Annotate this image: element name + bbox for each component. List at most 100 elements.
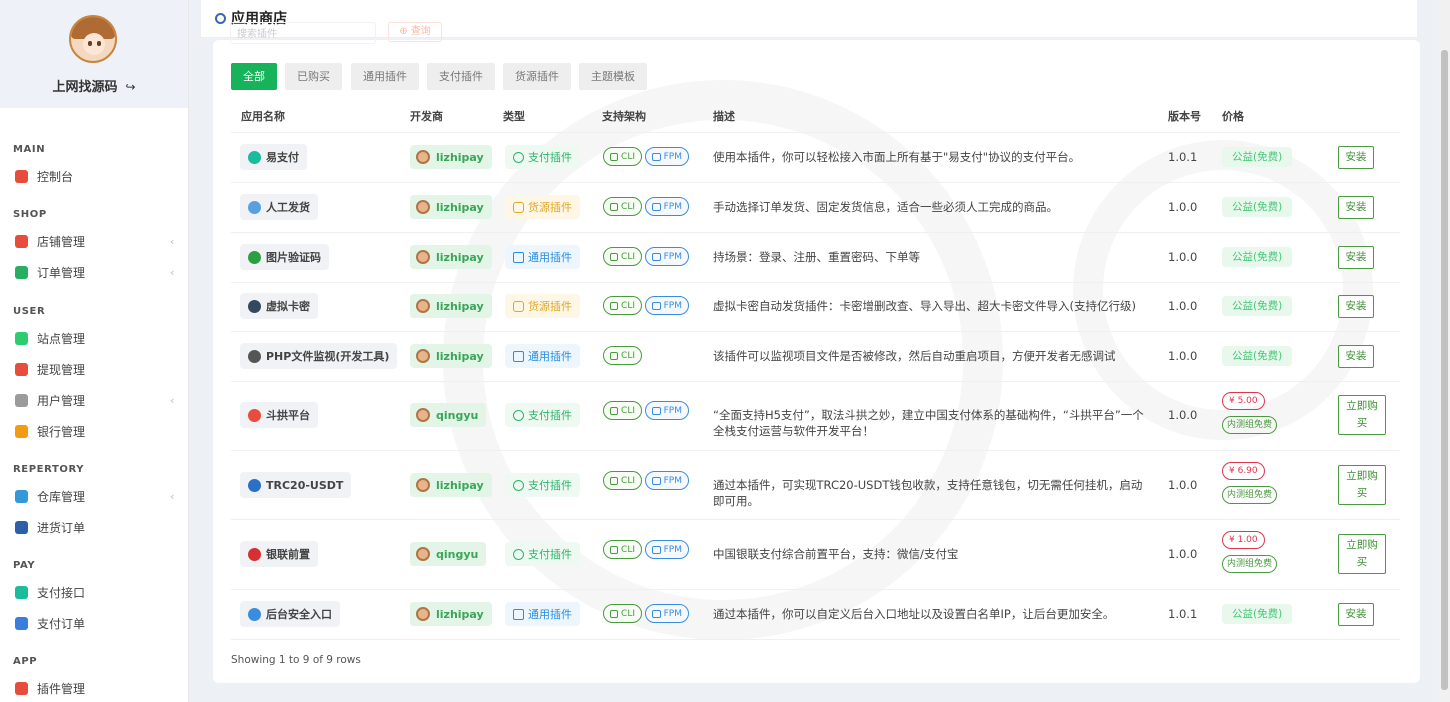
sidebar-item-4-0[interactable]: 支付接口 [15,582,85,602]
install-button[interactable]: 安装 [1338,345,1374,368]
developer-label: lizhipay [436,200,484,214]
price-badge: 公益(免费) [1222,296,1293,316]
column-header-1: 开发商 [410,110,443,123]
sidebar-item-5-0[interactable]: 插件管理 [15,678,85,698]
menu-group-user: USER [13,306,46,317]
sidebar-item-label: 控制台 [37,169,74,184]
column-header-5: 版本号 [1168,110,1201,123]
install-button-label: 安装 [1345,251,1367,263]
app-name[interactable]: 图片验证码 [240,244,329,270]
tab-0[interactable]: 全部 [231,63,277,90]
free-note-badge: 内测组免费 [1222,555,1278,573]
arch-badge-cli: CLI [603,540,642,559]
type-label: 通用插件 [528,350,572,363]
row-divider [231,639,1400,640]
scrollbar[interactable] [1439,0,1450,702]
arch-label: FPM [663,544,682,555]
type-badge: 通用插件 [505,602,580,626]
type-label: 支付插件 [528,479,572,492]
cli-icon [610,301,619,310]
tab-5[interactable]: 主题模板 [579,63,647,90]
app-name[interactable]: 人工发货 [240,194,318,220]
developer-badge: lizhipay [410,195,492,219]
search-button-label: 查询 [410,26,431,37]
developer-badge: lizhipay [410,294,492,318]
sidebar-item-2-3[interactable]: 银行管理 [15,421,85,441]
tab-4[interactable]: 货源插件 [503,63,571,90]
sidebar-item-1-1[interactable]: 订单管理 ‹ [15,262,174,282]
buy-button[interactable]: 立即购买 [1338,465,1386,505]
app-store-icon [215,12,226,24]
sidebar-item-2-1[interactable]: 提现管理 [15,359,85,379]
row-divider [231,132,1400,133]
description: 手动选择订单发货、固定发货信息，适合一些必须人工完成的商品。 [713,200,1058,214]
withdraw-icon [15,362,28,376]
description: 通过本插件，可实现TRC20-USDT钱包收款，支持任意钱包，切无需任何挂机，启… [713,478,1143,508]
avatar[interactable] [69,15,117,63]
search-button[interactable]: ⊕ 查询 [388,22,442,42]
app-name[interactable]: TRC20-USDT [240,472,352,498]
buy-button[interactable]: 立即购买 [1338,534,1386,574]
developer-avatar [416,478,430,492]
app-name[interactable]: 后台安全入口 [240,601,340,627]
sidebar-item-label: 站点管理 [37,331,86,346]
description: “全面支持H5支付”，取法斗拱之妙，建立中国支付体系的基础构件，“斗拱平台”一个… [713,408,1144,438]
buy-button[interactable]: 立即购买 [1338,395,1386,435]
app-icon [248,607,261,621]
sidebar-item-0-0[interactable]: 控制台 [15,166,73,186]
type-badge: 支付插件 [505,542,580,566]
arch-badge-cli: CLI [603,147,642,166]
install-button[interactable]: 安装 [1338,146,1374,169]
app-name-label: 银联前置 [266,548,310,561]
developer-badge: qingyu [410,403,487,427]
install-button[interactable]: 安装 [1338,246,1374,269]
app-icon [248,200,261,214]
pagination-info: Showing 1 to 9 of 9 rows [231,654,361,666]
sidebar-item-2-0[interactable]: 站点管理 [15,328,85,348]
description: 虚拟卡密自动发货插件：卡密增删改查、导入导出、超大卡密文件导入(支持亿行级) [713,299,1136,313]
developer-avatar [416,607,430,621]
type-label: 货源插件 [528,300,572,313]
app-name[interactable]: 银联前置 [240,541,318,567]
username[interactable]: 上网找源码 ↪ [0,76,188,95]
arch-badge-cli: CLI [603,471,642,490]
description: 该插件可以监视项目文件是否被修改，然后自动重启项目，方便开发者无感调试 [713,349,1116,363]
price-badge: ¥ 5.00 [1222,392,1265,410]
type-badge: 货源插件 [505,195,580,219]
app-name[interactable]: PHP文件监视(开发工具) [240,343,398,369]
sidebar-item-3-0[interactable]: 仓库管理 ‹ [15,486,174,506]
tab-2[interactable]: 通用插件 [351,63,419,90]
arch-badge-fpm: FPM [645,540,689,559]
version: 1.0.0 [1168,478,1198,492]
install-button[interactable]: 安装 [1338,196,1374,219]
sidebar-item-2-2[interactable]: 用户管理 ‹ [15,390,174,410]
sidebar-item-label: 进货订单 [37,520,86,535]
logout-icon[interactable]: ↪ [125,80,135,94]
chevron-left-icon: ‹ [170,265,175,279]
arch-label: CLI [621,201,635,212]
install-button[interactable]: 安装 [1338,603,1374,626]
scrollbar-thumb[interactable] [1441,50,1448,690]
type-label: 支付插件 [528,151,572,164]
install-button[interactable]: 安装 [1338,295,1374,318]
row-divider [231,519,1400,520]
site-icon [15,331,28,345]
buy-button-label: 立即购买 [1346,539,1378,568]
tab-3[interactable]: 支付插件 [427,63,495,90]
sidebar-item-3-1[interactable]: 进货订单 [15,517,85,537]
sidebar-item-label: 订单管理 [37,265,86,280]
tab-1[interactable]: 已购买 [285,63,342,90]
app-icon [248,478,261,492]
row-divider [231,450,1400,451]
sidebar-item-1-0[interactable]: 店铺管理 ‹ [15,231,174,251]
arch-label: CLI [621,475,635,486]
search-input[interactable]: 搜索插件 [230,22,376,44]
search-icon: ⊕ [399,26,411,37]
app-name[interactable]: 斗拱平台 [240,402,318,428]
app-name[interactable]: 易支付 [240,144,307,170]
price-badge: 公益(免费) [1222,147,1293,167]
description: 中国银联支付综合前置平台，支持：微信/支付宝 [713,547,959,561]
app-name[interactable]: 虚拟卡密 [240,293,318,319]
developer-label: qingyu [436,547,479,561]
sidebar-item-4-1[interactable]: 支付订单 [15,613,85,633]
